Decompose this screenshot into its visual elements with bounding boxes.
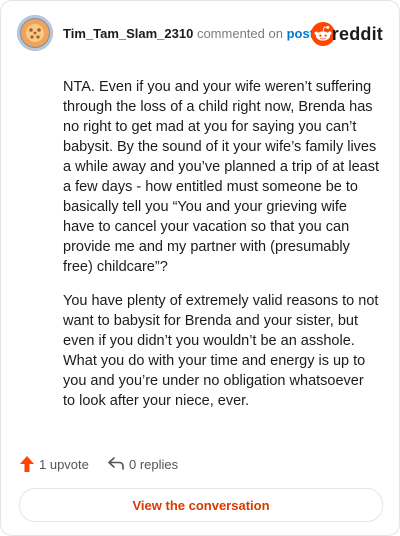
comment-footer: 1 upvote 0 replies <box>19 453 381 477</box>
comment-body: NTA. Even if you and your wife weren’t s… <box>63 77 379 425</box>
username[interactable]: Tim_Tam_Slam_2310 <box>63 26 193 41</box>
post-link[interactable]: post <box>287 26 314 41</box>
comment-paragraph: You have plenty of extremely valid reaso… <box>63 293 379 409</box>
commented-on-text: commented on <box>196 26 283 41</box>
view-conversation-button[interactable]: View the conversation <box>19 488 383 522</box>
comment-byline: Tim_Tam_Slam_2310 commented on post <box>63 26 314 42</box>
avatar-image <box>21 19 49 47</box>
comment-header: Tim_Tam_Slam_2310 commented on post redd… <box>17 15 383 55</box>
reply-arrow-icon <box>108 457 124 470</box>
comment-paragraph: NTA. Even if you and your wife weren’t s… <box>63 79 379 275</box>
upvote-arrow-icon <box>20 456 34 472</box>
avatar[interactable] <box>17 15 53 51</box>
comment-card: Tim_Tam_Slam_2310 commented on post redd… <box>0 0 400 536</box>
reply-count: 0 replies <box>129 457 179 472</box>
brand-wordmark: reddit <box>331 24 383 44</box>
upvote-count: 1 upvote <box>39 457 89 472</box>
